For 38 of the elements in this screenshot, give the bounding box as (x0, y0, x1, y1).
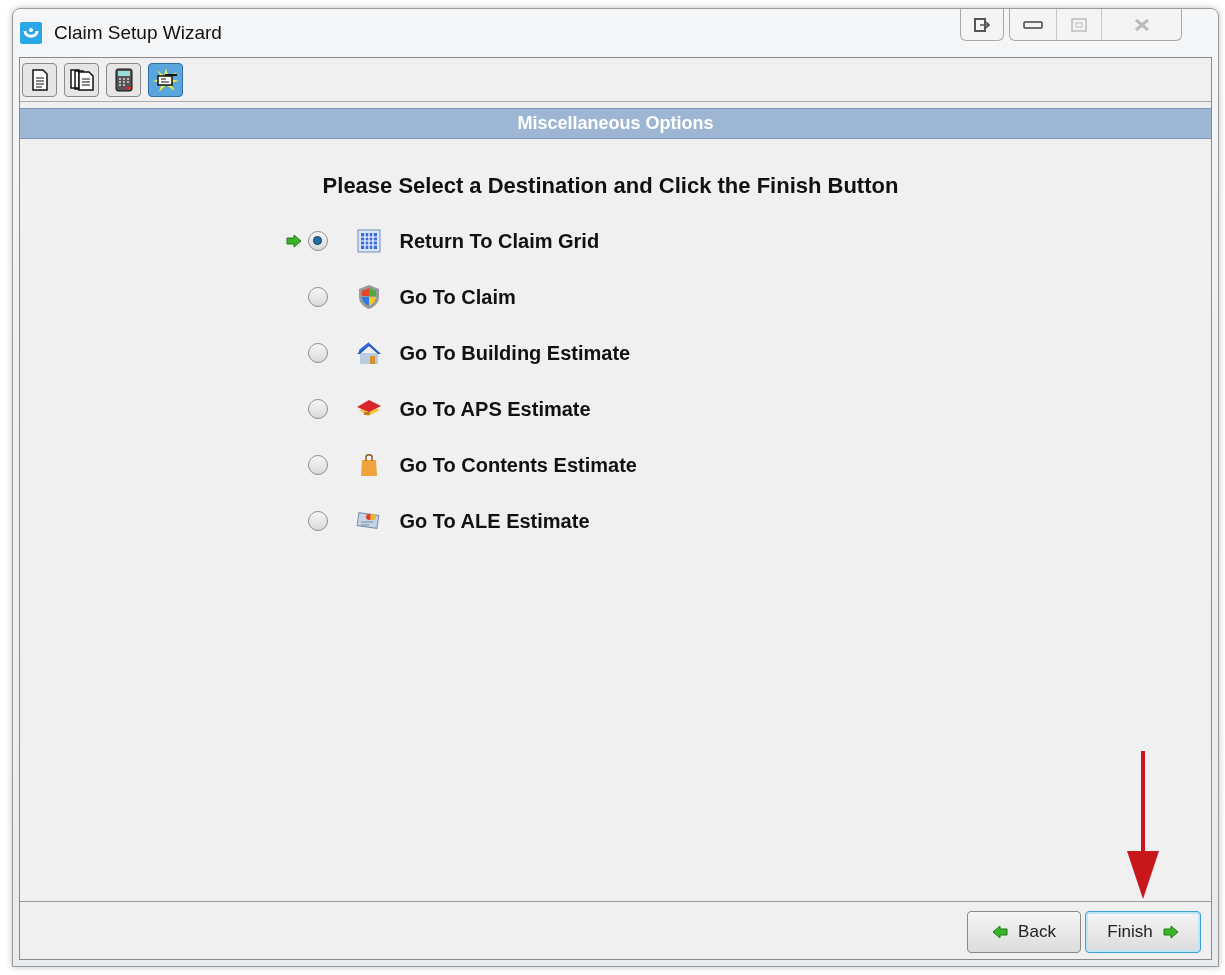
section-title: Miscellaneous Options (517, 112, 714, 135)
shopping-bag-icon (358, 452, 379, 477)
heading: Please Select a Destination and Click the Finish Button (322, 172, 899, 200)
toolbar-button[interactable] (148, 62, 183, 97)
option-label[interactable]: Go To Contents Estimate (399, 449, 637, 480)
grid-icon (356, 228, 381, 253)
radio-button[interactable] (307, 454, 328, 475)
toolbar-button[interactable] (64, 62, 99, 97)
option-label[interactable]: Go To ALE Estimate (399, 505, 590, 536)
documents-icon (69, 68, 94, 91)
minimize-icon (1023, 20, 1043, 29)
maximize-icon (1071, 17, 1087, 32)
radio-button[interactable] (307, 230, 328, 251)
toolbar-button[interactable] (22, 62, 57, 97)
house-icon (355, 340, 382, 365)
window-title: Claim Setup Wizard (54, 20, 222, 45)
app-logo-icon (20, 22, 42, 44)
radio-button[interactable] (307, 398, 328, 419)
exit-icon (974, 17, 990, 32)
radio-button[interactable] (307, 342, 328, 363)
option-label[interactable]: Go To APS Estimate (399, 393, 591, 424)
back-arrow-icon (992, 924, 1009, 939)
option-label[interactable]: Go To Claim (399, 281, 516, 312)
toolbar-button[interactable] (106, 62, 141, 97)
wizard-icon (152, 67, 179, 92)
radio-button[interactable] (307, 286, 328, 307)
detach-button[interactable] (960, 9, 1004, 41)
shield-icon (356, 283, 381, 310)
forward-arrow-icon (1162, 924, 1179, 939)
document-icon (30, 68, 49, 91)
radio-button[interactable] (307, 510, 328, 531)
close-icon (1133, 17, 1150, 32)
option-label[interactable]: Go To Building Estimate (399, 337, 631, 368)
option-label[interactable]: Return To Claim Grid (399, 225, 600, 256)
calculator-icon (114, 67, 133, 92)
finish-button[interactable]: Finish (1085, 910, 1201, 953)
pointer-arrow-icon (285, 233, 302, 248)
back-button[interactable]: Back (967, 910, 1081, 953)
